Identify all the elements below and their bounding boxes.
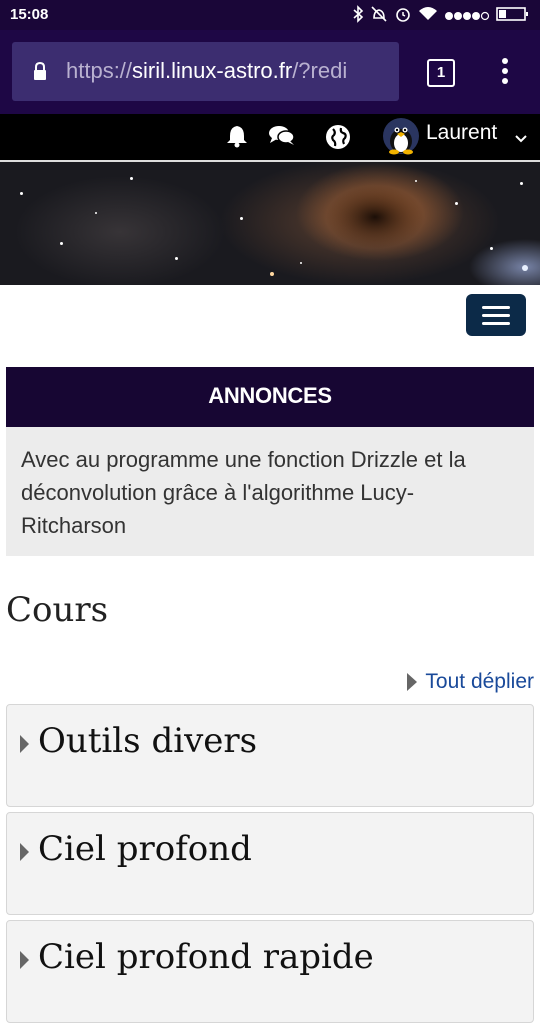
header-banner-image bbox=[0, 162, 540, 285]
course-section[interactable]: Outils divers bbox=[6, 704, 534, 807]
chevron-down-icon[interactable] bbox=[514, 131, 528, 149]
chat-icon[interactable] bbox=[268, 123, 296, 154]
collapsed-arrow-icon bbox=[20, 735, 29, 753]
expand-all-link[interactable]: Tout déplier bbox=[407, 670, 534, 694]
avatar[interactable] bbox=[382, 117, 420, 160]
course-section-title: Outils divers bbox=[38, 721, 258, 761]
announcements-heading: ANNONCES bbox=[6, 367, 534, 427]
course-section[interactable]: Ciel profond rapide bbox=[6, 920, 534, 1023]
globe-icon[interactable] bbox=[324, 123, 352, 156]
collapsed-arrow-icon bbox=[20, 843, 29, 861]
lock-icon bbox=[32, 61, 48, 86]
signal-icon bbox=[444, 8, 490, 26]
url-scheme: https:// bbox=[66, 58, 133, 83]
alarm-off-icon bbox=[370, 5, 388, 28]
collapsed-arrow-icon bbox=[20, 951, 29, 969]
url-path: /?redi bbox=[292, 58, 348, 83]
status-bar: 15:08 bbox=[0, 0, 540, 30]
url-field[interactable]: https://siril.linux-astro.fr/?redi bbox=[12, 42, 399, 101]
status-icons bbox=[352, 5, 530, 28]
expand-all-label: Tout déplier bbox=[425, 670, 534, 693]
bell-icon[interactable] bbox=[224, 123, 250, 154]
expand-arrow-icon bbox=[407, 673, 418, 691]
hamburger-menu-button[interactable] bbox=[466, 294, 526, 336]
battery-icon bbox=[496, 6, 530, 27]
status-time: 15:08 bbox=[10, 6, 49, 23]
user-menu-name[interactable]: Laurent bbox=[426, 121, 497, 145]
course-section-title: Ciel profond rapide bbox=[38, 937, 374, 977]
url-text: https://siril.linux-astro.fr/?redi bbox=[66, 58, 347, 84]
overflow-menu-icon[interactable] bbox=[500, 58, 510, 88]
tab-switcher-button[interactable]: 1 bbox=[427, 59, 455, 87]
course-section[interactable]: Ciel profond bbox=[6, 812, 534, 915]
course-section-title: Ciel profond bbox=[38, 829, 252, 869]
browser-toolbar: https://siril.linux-astro.fr/?redi 1 bbox=[0, 30, 540, 114]
bluetooth-icon bbox=[352, 5, 364, 28]
announcements-text: Avec au programme une fonction Drizzle e… bbox=[6, 427, 534, 556]
url-host: siril.linux-astro.fr bbox=[132, 58, 293, 83]
site-navbar: Laurent bbox=[0, 114, 540, 162]
wifi-icon bbox=[418, 6, 438, 27]
alarm-icon bbox=[394, 5, 412, 28]
courses-heading: Cours bbox=[6, 590, 109, 630]
